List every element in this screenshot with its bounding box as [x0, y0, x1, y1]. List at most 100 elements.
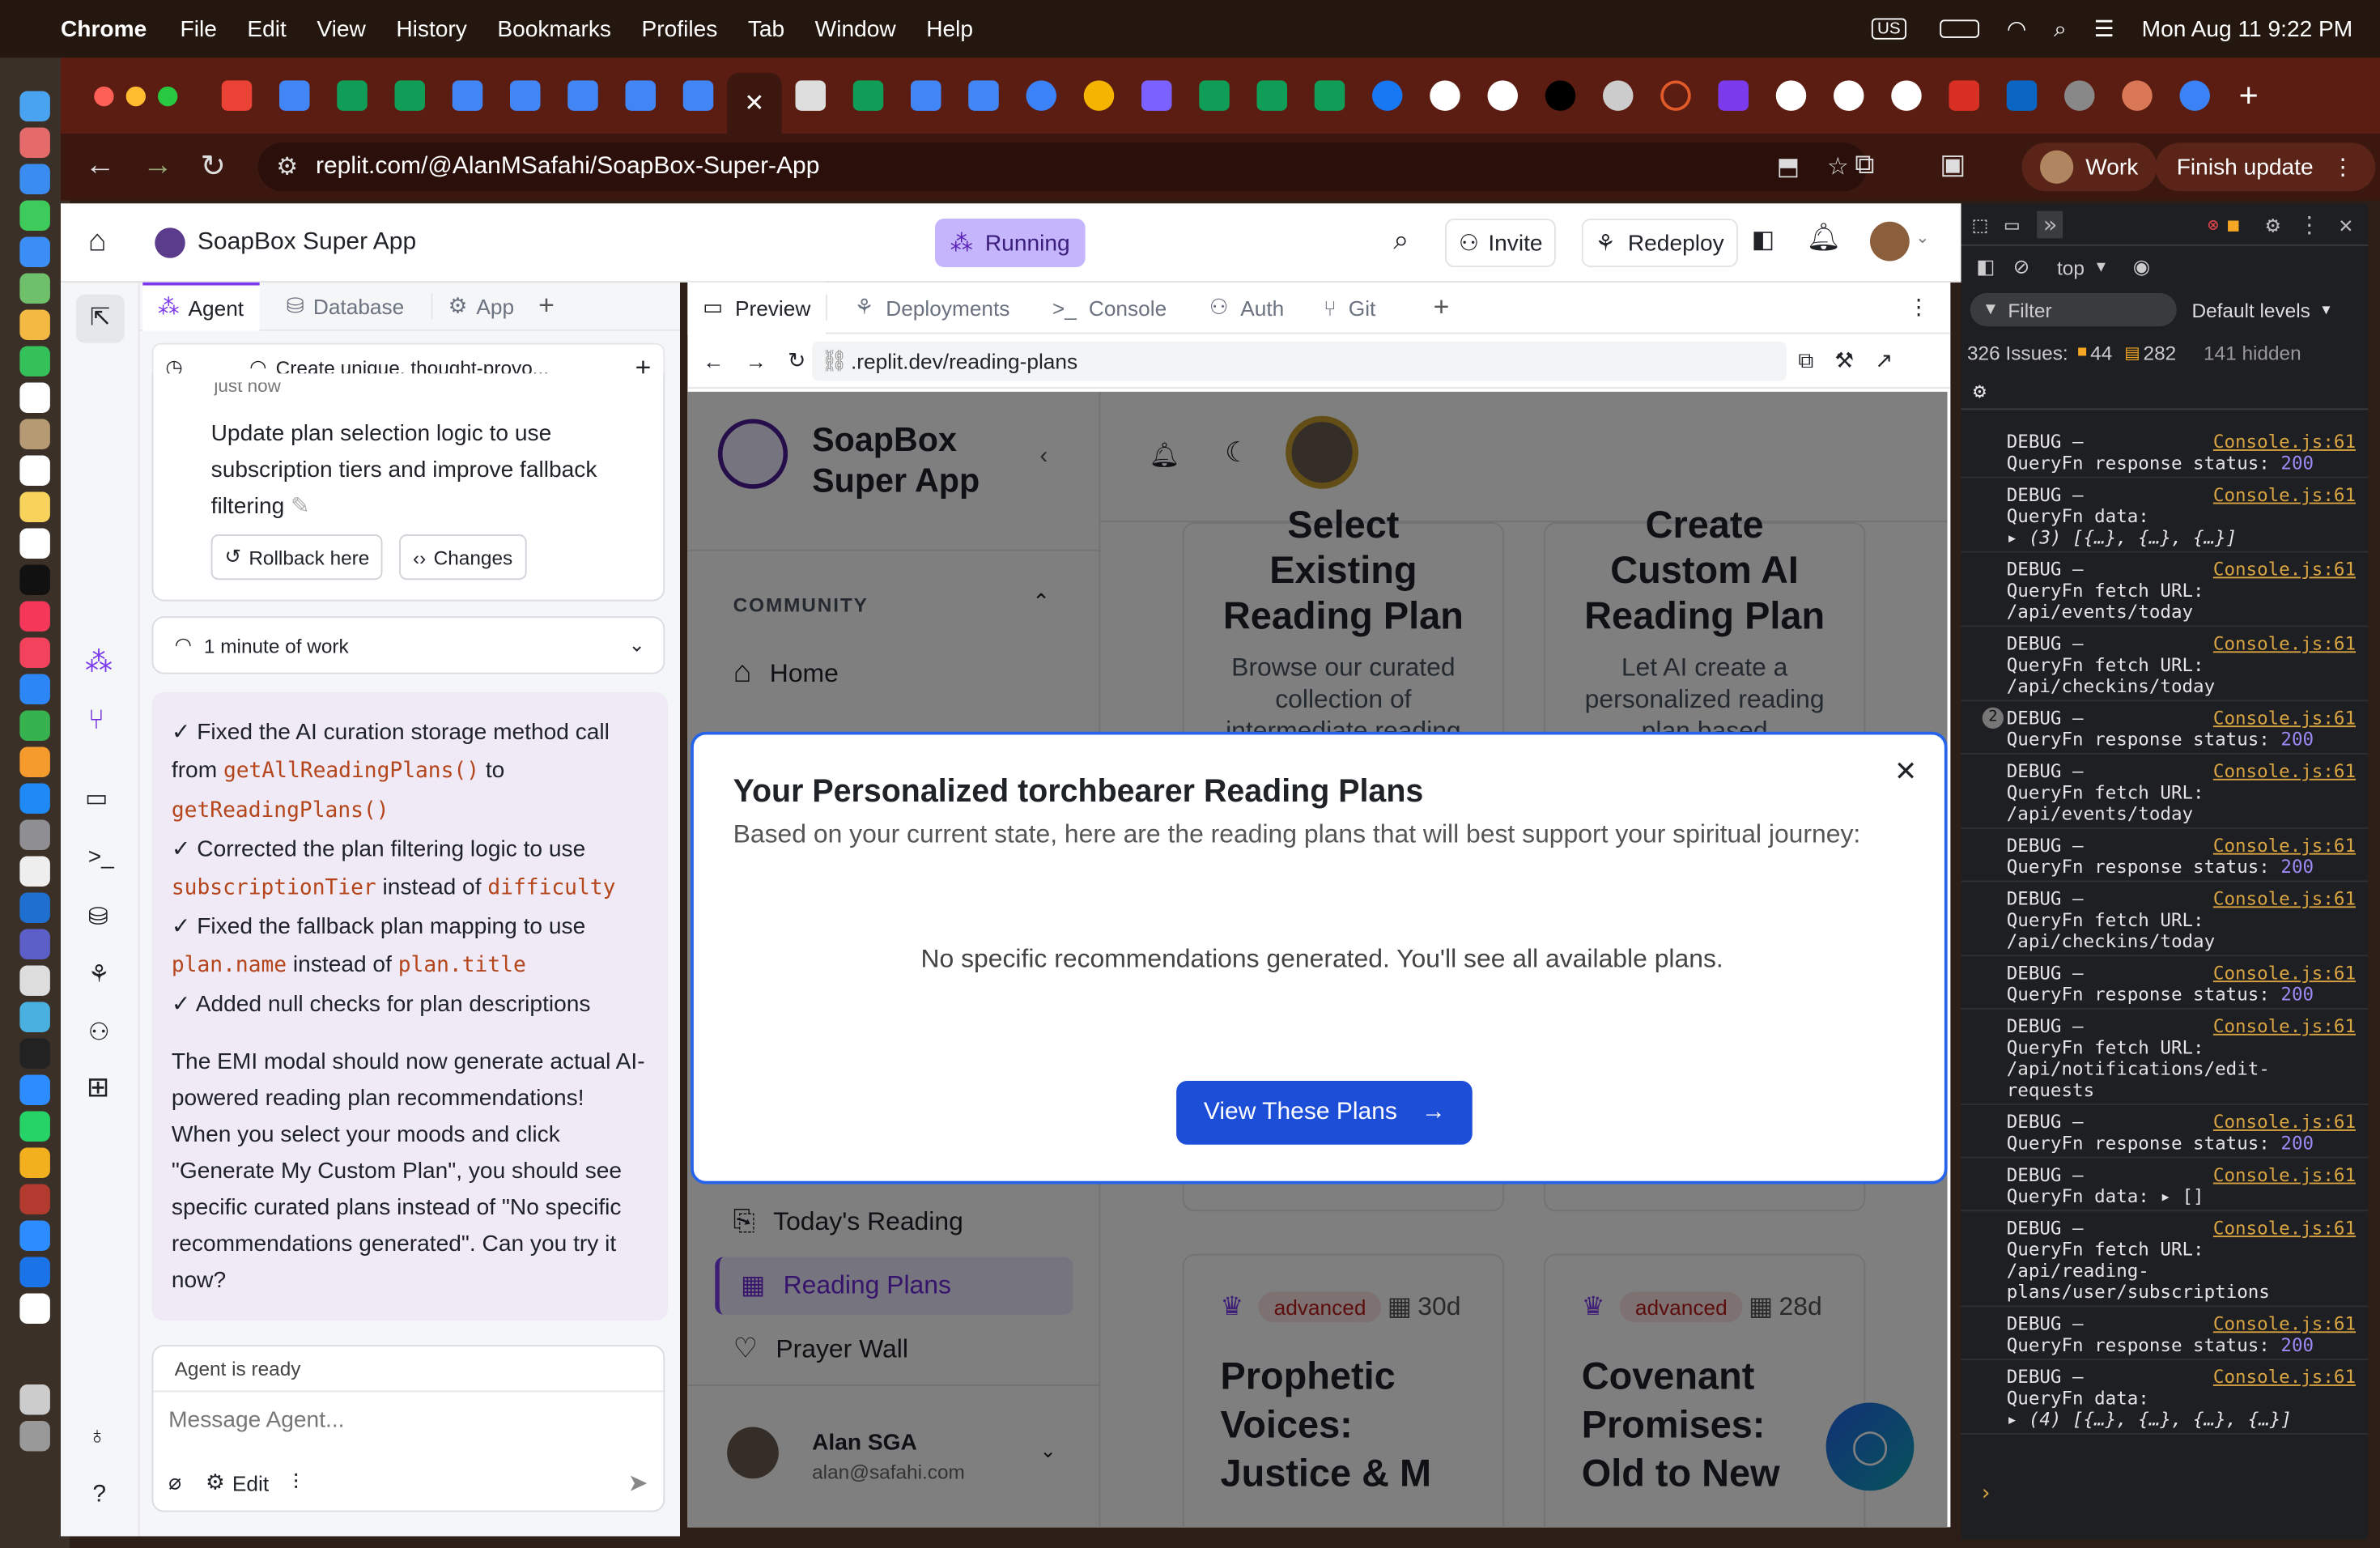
freeform-icon[interactable]: [19, 528, 50, 559]
live-expression-icon[interactable]: ◉: [2133, 255, 2150, 279]
appstore-icon[interactable]: [19, 783, 50, 814]
files-toggle-icon[interactable]: ⇱: [75, 294, 125, 343]
trash-icon[interactable]: [19, 1421, 50, 1452]
source-link[interactable]: Console.js:61: [2213, 760, 2356, 781]
tab-deployments[interactable]: ⚘ Deployments: [826, 294, 1037, 321]
git-branch-icon[interactable]: ⑂: [88, 704, 104, 736]
menubar-clock[interactable]: Mon Aug 11 9:22 PM: [2142, 16, 2353, 42]
menu-view[interactable]: View: [317, 16, 365, 42]
device-toggle-icon[interactable]: ▭: [2005, 211, 2019, 238]
active-tab[interactable]: ✕: [727, 73, 782, 134]
launchpad-icon[interactable]: [19, 127, 50, 158]
run-status-button[interactable]: ⁂ Running: [935, 219, 1086, 267]
console-log-entry[interactable]: DEBUG – Console.js:61 QueryFn fetch URL: /…: [1961, 553, 2368, 627]
work-summary-toggle[interactable]: ◠ 1 minute of work ⌄: [151, 616, 665, 674]
console-log-entry[interactable]: DEBUG – Console.js:61 QueryFn data: ▸ []: [1961, 1159, 2368, 1212]
window-minimize-button[interactable]: [125, 85, 146, 106]
search-icon[interactable]: ⌕: [2054, 16, 2067, 42]
reload-icon[interactable]: ↻: [201, 147, 226, 185]
chevron-down-icon[interactable]: ⌄: [1915, 228, 1929, 248]
console-log-entry[interactable]: DEBUG – Console.js:61 QueryFn data: ▸ (3) …: [1961, 478, 2368, 553]
shell-icon[interactable]: >_: [88, 844, 114, 870]
tab-docs-icon[interactable]: [452, 80, 483, 111]
finder-icon[interactable]: [19, 91, 50, 121]
menu-file[interactable]: File: [181, 16, 217, 42]
tab-google-icon[interactable]: [1891, 80, 1922, 111]
settings-icon[interactable]: [19, 819, 50, 850]
tab-gmail-icon[interactable]: [221, 80, 253, 111]
zoom2-icon[interactable]: [19, 1220, 50, 1251]
issues-label[interactable]: 326 Issues:: [1967, 341, 2068, 364]
agent-icon[interactable]: ⁂: [85, 647, 113, 678]
install-icon[interactable]: ⬒: [1777, 152, 1800, 183]
tab-docs-icon[interactable]: [968, 80, 999, 111]
source-link[interactable]: Console.js:61: [2213, 888, 2356, 909]
terminal-icon[interactable]: [19, 1038, 50, 1069]
dropdown-icon[interactable]: ▼: [2093, 259, 2109, 276]
address-url[interactable]: replit.com/@AlanMSafahi/SoapBox-Super-Ap…: [316, 153, 819, 181]
tab-loading-icon[interactable]: [1660, 80, 1691, 111]
menu-history[interactable]: History: [396, 16, 467, 42]
user-avatar[interactable]: [1870, 221, 1910, 262]
add-tab-button[interactable]: +: [1434, 291, 1450, 323]
back-icon[interactable]: ←: [703, 348, 724, 372]
changes-button[interactable]: ‹› Changes: [399, 534, 527, 580]
tab-google-icon[interactable]: [1775, 80, 1807, 111]
message-input[interactable]: Message Agent...: [153, 1392, 663, 1448]
console-prompt[interactable]: ›: [1979, 1482, 1992, 1506]
forward-icon[interactable]: →: [142, 149, 173, 184]
tab-console[interactable]: >_ Console: [1037, 296, 1182, 320]
rollback-button[interactable]: ↺ Rollback here: [210, 534, 384, 580]
devices-icon[interactable]: ⧉: [1798, 347, 1813, 373]
tab-sheets-icon[interactable]: [852, 80, 884, 111]
database-icon[interactable]: ⛁: [88, 902, 108, 933]
edit-mode-icon[interactable]: ⚙: [206, 1469, 225, 1495]
source-link[interactable]: Console.js:61: [2213, 1367, 2356, 1388]
edit-mode-label[interactable]: Edit: [232, 1470, 269, 1495]
wifi-icon[interactable]: ◠: [2007, 15, 2027, 43]
mail-icon[interactable]: [19, 236, 50, 267]
warning-count-icon[interactable]: ■: [2228, 213, 2239, 234]
grid-icon[interactable]: ⊞: [87, 1072, 109, 1104]
console-log-entry[interactable]: DEBUG – Console.js:61 QueryFn fetch URL: /…: [1961, 627, 2368, 702]
close-icon[interactable]: ✕: [2339, 211, 2352, 238]
settings-gear-icon[interactable]: ⚙: [1974, 379, 1987, 403]
source-link[interactable]: Console.js:61: [2213, 963, 2356, 984]
filter-input[interactable]: ▼ Filter: [1970, 292, 2177, 327]
menu-edit[interactable]: Edit: [247, 16, 286, 42]
console-log-entry[interactable]: DEBUG – Console.js:61 QueryFn response sta…: [1961, 956, 2368, 1010]
tab-x-icon[interactable]: [1545, 80, 1576, 111]
console-log-entry[interactable]: 2 DEBUG – Console.js:61 QueryFn response st…: [1961, 701, 2368, 755]
contacts-icon[interactable]: [19, 419, 50, 449]
tab-git[interactable]: ⑂ Git: [1311, 296, 1388, 320]
source-link[interactable]: Console.js:61: [2213, 1164, 2356, 1185]
source-link[interactable]: Console.js:61: [2213, 432, 2356, 453]
forward-icon[interactable]: →: [746, 348, 767, 372]
menu-help[interactable]: Help: [926, 16, 973, 42]
tab-openai-icon[interactable]: [795, 80, 826, 111]
redeploy-button[interactable]: ⚘ Redeploy: [1581, 219, 1738, 267]
project-name[interactable]: SoapBox Super App: [198, 228, 416, 256]
photos-icon[interactable]: [19, 309, 50, 340]
tab-claude-icon[interactable]: [2122, 80, 2153, 111]
tab-app[interactable]: ⚙ App: [431, 292, 529, 319]
finder2-icon[interactable]: [19, 965, 50, 996]
more-vert-icon[interactable]: ⋮: [1908, 295, 1929, 321]
clear-console-icon[interactable]: ⊘: [2013, 255, 2029, 279]
menu-profiles[interactable]: Profiles: [642, 16, 718, 42]
tab-sheets-icon[interactable]: [1256, 80, 1287, 111]
console-log-entry[interactable]: DEBUG – Console.js:61 QueryFn response sta…: [1961, 1105, 2368, 1159]
new-tab-button[interactable]: +: [2239, 76, 2259, 116]
home-icon[interactable]: ⌂: [88, 225, 107, 260]
tab-facebook-icon[interactable]: [1372, 80, 1403, 111]
open-external-icon[interactable]: ↗: [1875, 347, 1893, 373]
tab-app-icon[interactable]: [1718, 80, 1749, 111]
pencil-icon[interactable]: ✎: [291, 493, 310, 519]
notification-bell-icon[interactable]: 🔔︎: [1806, 222, 1841, 253]
tab-docs-icon[interactable]: [911, 80, 941, 111]
extensions-icon[interactable]: ⧉: [1855, 149, 1874, 181]
onepassword-icon[interactable]: [19, 1257, 50, 1287]
error-count-icon[interactable]: ⊗: [2208, 213, 2219, 234]
tab-database[interactable]: ⛁ Database: [259, 293, 431, 319]
whatsapp-icon[interactable]: [19, 1111, 50, 1142]
